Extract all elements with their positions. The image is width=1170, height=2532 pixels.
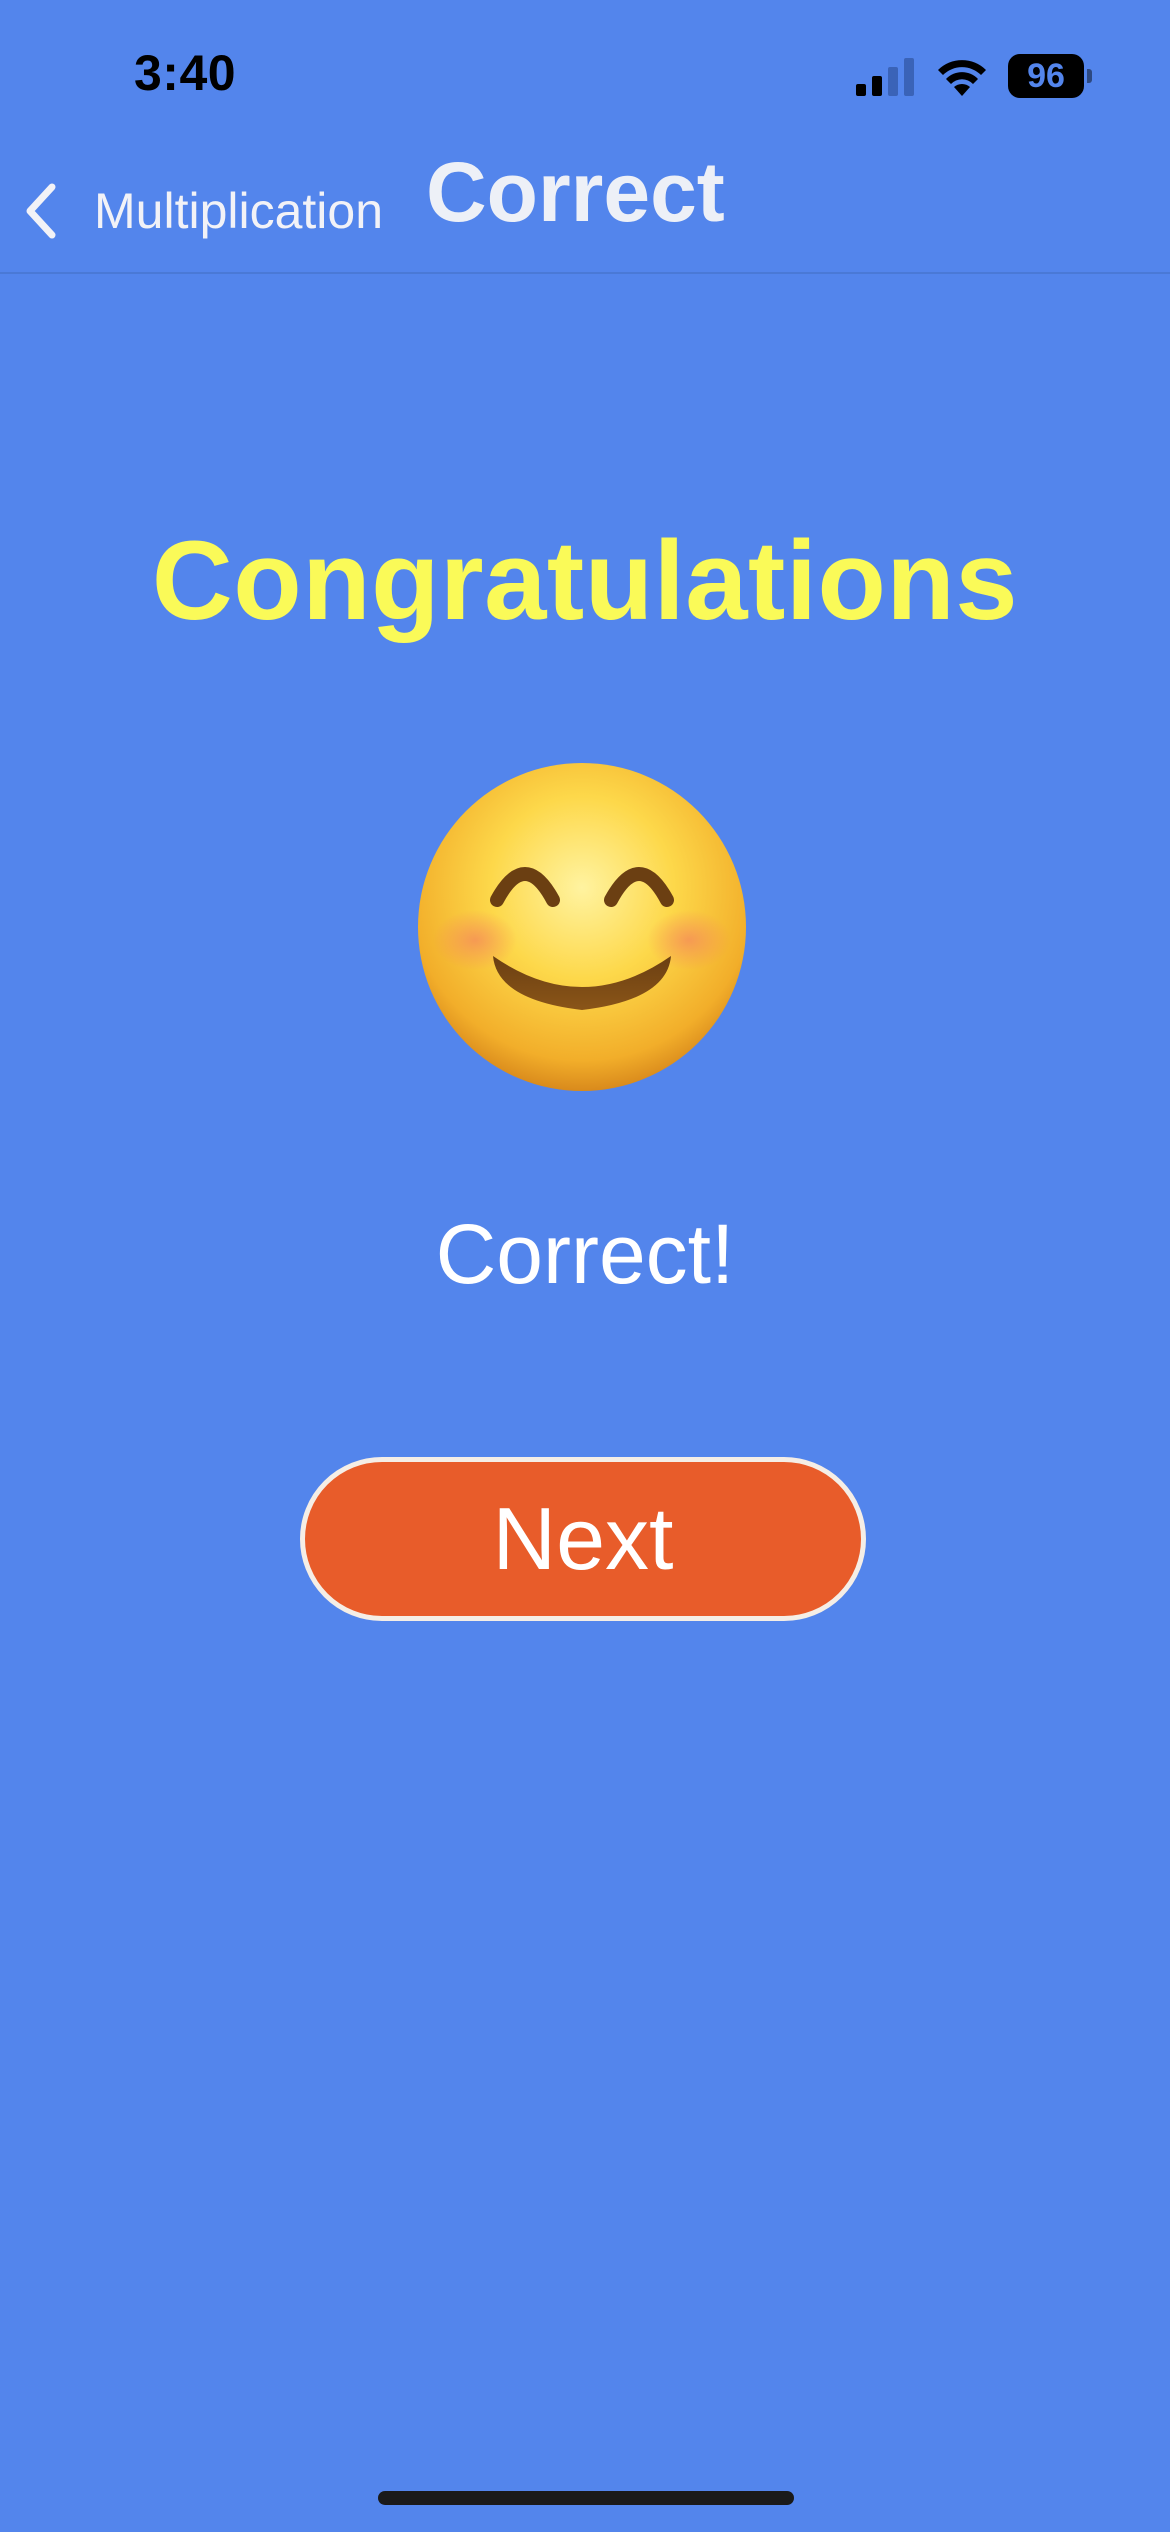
home-indicator[interactable]: [378, 2491, 794, 2505]
status-bar: 3:40 96: [0, 0, 1170, 150]
battery-cap: [1087, 69, 1092, 83]
chevron-left-icon: [26, 183, 56, 239]
battery-level: 96: [1008, 54, 1084, 98]
back-label: Multiplication: [94, 183, 384, 239]
congratulations-heading: Congratulations: [151, 518, 1019, 643]
smiling-face-icon: [418, 763, 746, 1091]
wifi-icon: [938, 60, 986, 96]
back-button[interactable]: Multiplication: [22, 176, 383, 246]
cellular-signal-icon: [856, 58, 914, 96]
result-message: Correct!: [435, 1207, 735, 1301]
status-time: 3:40: [134, 45, 237, 101]
battery-indicator: 96: [1008, 54, 1092, 98]
next-button[interactable]: Next: [300, 1457, 866, 1621]
page-title: Correct: [426, 145, 725, 239]
